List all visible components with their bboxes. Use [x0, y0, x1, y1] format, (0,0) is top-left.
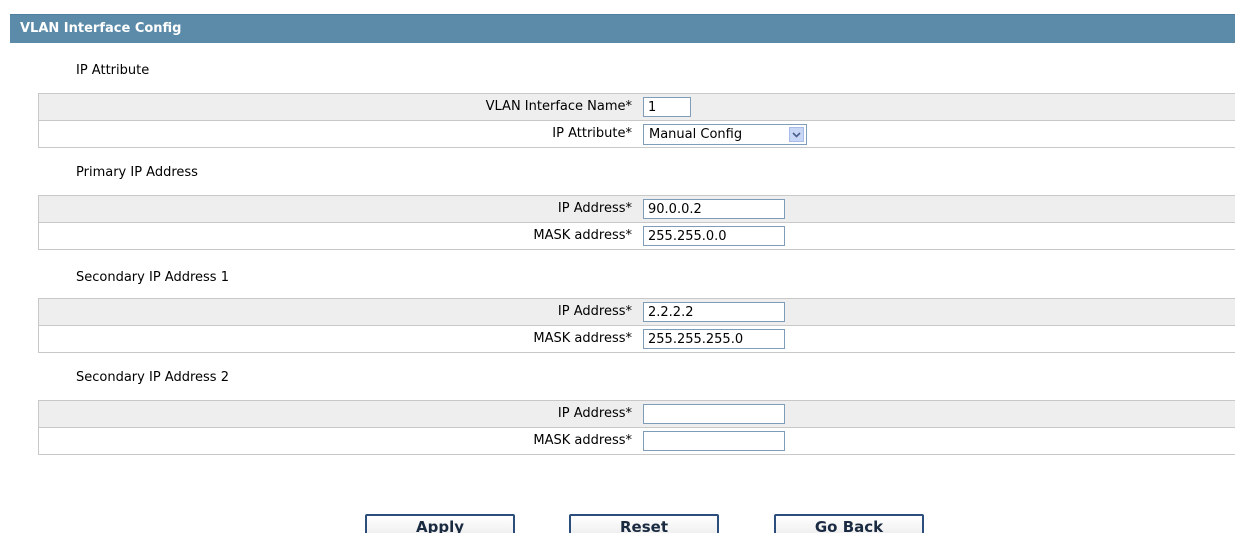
primary-mask-address-label: MASK address* [533, 228, 632, 243]
page-title: VLAN Interface Config [20, 21, 182, 36]
form-row-secondary2-mask-address: MASK address* [39, 427, 1235, 454]
header-bar: VLAN Interface Config [10, 14, 1235, 43]
ip-attribute-selected-value: Manual Config [649, 127, 743, 142]
secondary2-mask-address-input[interactable] [643, 431, 785, 451]
secondary1-ip-address-input[interactable] [643, 302, 785, 322]
form-row-secondary2-ip-address: IP Address* [39, 400, 1235, 427]
form-row-primary-ip-address: IP Address* [39, 195, 1235, 222]
form-row-vlan-interface-name: VLAN Interface Name* [39, 93, 1235, 120]
primary-ip-address-input[interactable] [643, 199, 785, 219]
primary-ip-table: IP Address* MASK address* [38, 195, 1235, 250]
reset-button[interactable]: Reset [569, 514, 719, 533]
secondary2-ip-address-label: IP Address* [557, 406, 632, 421]
go-back-button[interactable]: Go Back [774, 514, 924, 533]
primary-ip-address-label: IP Address* [557, 201, 632, 216]
vlan-interface-name-label: VLAN Interface Name* [485, 99, 632, 114]
ip-attribute-table: VLAN Interface Name* IP Attribute* Manua… [38, 93, 1235, 148]
vlan-interface-name-input[interactable] [643, 97, 691, 117]
chevron-down-icon[interactable] [789, 127, 804, 142]
vlan-interface-config-page: VLAN Interface Config IP Attribute VLAN … [0, 0, 1235, 533]
apply-button[interactable]: Apply [365, 514, 515, 533]
section-title-primary-ip: Primary IP Address [76, 165, 198, 180]
secondary-ip-1-table: IP Address* MASK address* [38, 298, 1235, 353]
section-title-secondary-ip-1: Secondary IP Address 1 [76, 270, 229, 285]
secondary2-mask-address-label: MASK address* [533, 433, 632, 448]
secondary1-mask-address-label: MASK address* [533, 331, 632, 346]
form-row-ip-attribute: IP Attribute* Manual Config [39, 120, 1235, 147]
secondary-ip-2-table: IP Address* MASK address* [38, 400, 1235, 455]
section-title-secondary-ip-2: Secondary IP Address 2 [76, 370, 229, 385]
ip-attribute-select[interactable]: Manual Config [643, 124, 807, 145]
secondary2-ip-address-input[interactable] [643, 404, 785, 424]
form-row-secondary1-mask-address: MASK address* [39, 325, 1235, 352]
form-row-secondary1-ip-address: IP Address* [39, 298, 1235, 325]
primary-mask-address-input[interactable] [643, 226, 785, 246]
ip-attribute-label: IP Attribute* [552, 126, 632, 141]
secondary1-mask-address-input[interactable] [643, 329, 785, 349]
secondary1-ip-address-label: IP Address* [557, 304, 632, 319]
section-title-ip-attribute: IP Attribute [76, 63, 150, 78]
form-row-primary-mask-address: MASK address* [39, 222, 1235, 249]
